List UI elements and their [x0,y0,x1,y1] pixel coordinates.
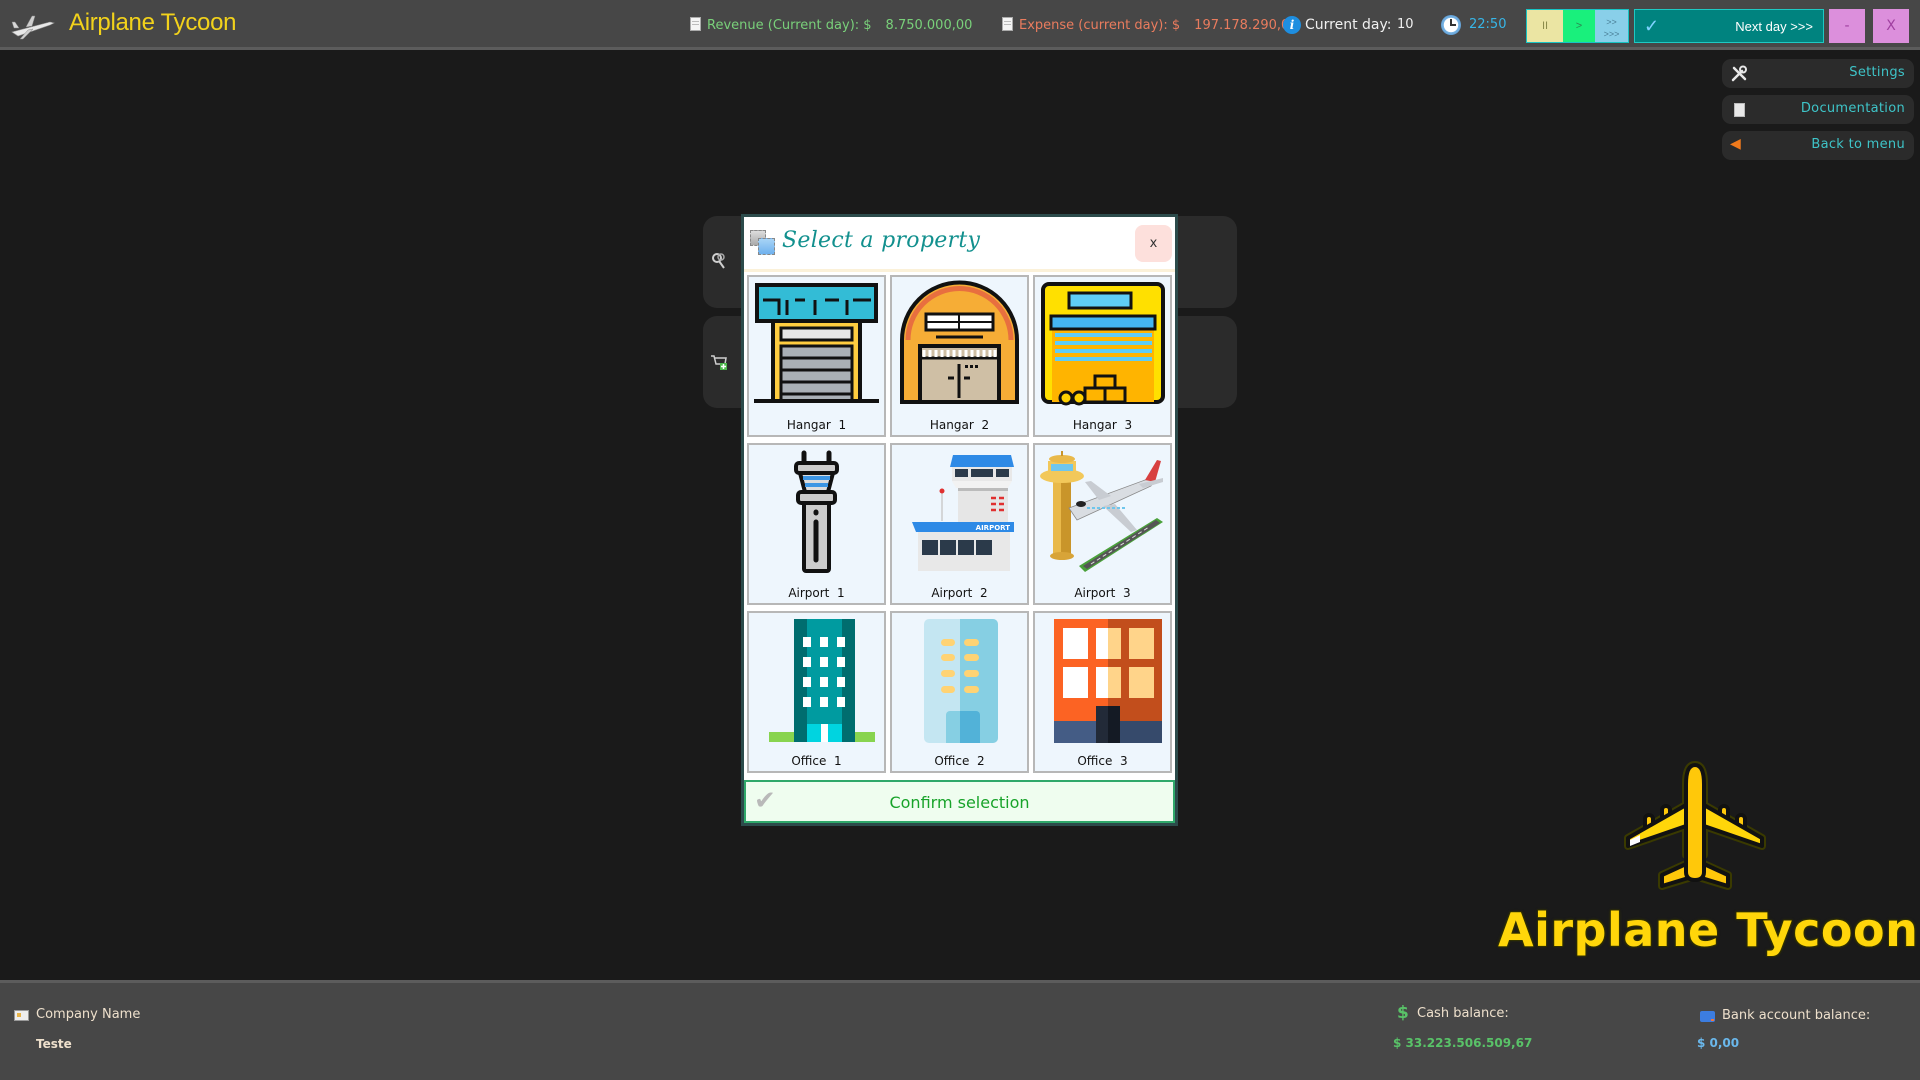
next-day-button[interactable]: ✓ Next day >>> [1634,9,1824,43]
dialog-title: Select a property [782,228,981,253]
revenue-document-icon [690,17,701,31]
control-tower-icon [794,450,839,573]
confirm-selection-label: Confirm selection [889,793,1030,812]
bank-balance-value: $ 0,00 [1697,1036,1740,1050]
revenue-value: 8.750.000,00 [885,18,973,33]
svg-text:AIRPORT: AIRPORT [976,524,1011,532]
settings-button[interactable]: Settings [1722,59,1914,88]
cash-balance-label: Cash balance: [1417,1006,1509,1021]
clock-icon [1441,15,1461,35]
airport-plane-runway-icon [1040,451,1163,572]
property-label: Airport 2 [931,586,988,600]
tools-icon [1731,65,1747,82]
company-name-value: Teste [36,1037,72,1051]
play-button[interactable]: > [1563,10,1595,42]
back-arrow-icon: ◀ [1730,136,1741,152]
current-day-value: 10 [1397,17,1414,32]
cash-balance-value: $ 33.223.506.509,67 [1393,1036,1533,1050]
fast-label-1: >> [1606,17,1617,27]
property-label: Office 1 [791,754,842,768]
app-title: Airplane Tycoon [69,9,237,36]
keys-icon [712,253,725,269]
expense-stat: Expense (current day): $197.178.290,00 [1002,17,1298,33]
property-option-airport-2[interactable]: AIRPORT Airport 2 [890,443,1029,605]
property-label: Office 2 [934,754,985,768]
close-window-button[interactable]: X [1873,9,1909,43]
property-option-hangar-1[interactable]: Hangar 1 [747,275,886,437]
info-icon[interactable]: i [1283,16,1301,34]
office-building-blue-icon [924,619,998,743]
back-to-menu-label: Back to menu [1811,137,1905,152]
footer-bar: Company Name Teste $ Cash balance: $ 33.… [0,980,1920,1080]
property-option-hangar-2[interactable]: Hangar 2 [890,275,1029,437]
settings-label: Settings [1849,65,1905,80]
property-option-office-3[interactable]: Office 3 [1033,611,1172,773]
expense-label: Expense (current day): $ [1019,18,1181,33]
airplane-logo-icon [11,15,55,40]
property-label: Airport 1 [788,586,845,600]
select-property-dialog: Select a property x Hangar 1 Hangar 2 Ha… [741,214,1178,826]
hangar-3-icon [1041,282,1165,406]
brand-airplane-icon [1624,761,1766,890]
expense-document-icon [1002,17,1013,31]
property-option-airport-1[interactable]: Airport 1 [747,443,886,605]
property-label: Hangar 2 [929,418,990,432]
revenue-label: Revenue (Current day): $ [707,18,872,33]
id-card-icon [14,1010,29,1021]
documentation-button[interactable]: Documentation [1722,95,1914,124]
top-bar: Airplane Tycoon Revenue (Current day): $… [0,0,1920,50]
property-label: Airport 3 [1074,586,1131,600]
property-label: Hangar 1 [786,418,847,432]
office-building-orange-icon [1054,619,1162,743]
back-to-menu-button[interactable]: ◀ Back to menu [1722,131,1914,160]
property-label: Office 3 [1077,754,1128,768]
property-option-office-2[interactable]: Office 2 [890,611,1029,773]
current-day-label: Current day: [1305,17,1392,33]
property-option-hangar-3[interactable]: Hangar 3 [1033,275,1172,437]
property-option-airport-3[interactable]: Airport 3 [1033,443,1172,605]
office-building-teal-icon [769,619,875,742]
bank-card-icon [1700,1011,1715,1022]
hangar-1-icon [754,283,879,403]
fast-label-2: >>> [1603,29,1620,39]
dialog-header: Select a property x [744,217,1175,272]
cart-add-icon [711,355,727,370]
dialog-close-button[interactable]: x [1135,225,1172,262]
bank-balance-label: Bank account balance: [1722,1008,1871,1023]
document-icon [1734,103,1745,117]
next-day-label: Next day >>> [1735,19,1813,34]
pause-button[interactable]: II [1527,10,1563,42]
brand-title: Airplane Tycoon [1498,903,1919,957]
windows-icon [750,230,776,256]
game-time: 22:50 [1469,17,1507,32]
documentation-label: Documentation [1800,101,1905,116]
minimize-button[interactable]: - [1829,9,1865,43]
revenue-stat: Revenue (Current day): $ 8.750.000,00 [690,17,972,33]
hangar-2-icon [900,280,1019,404]
airport-terminal-icon: AIRPORT [912,455,1014,571]
company-name-label: Company Name [36,1007,141,1022]
confirm-selection-button[interactable]: ✔ Confirm selection [744,780,1175,823]
check-icon: ✓ [1644,16,1660,36]
property-label: Hangar 3 [1072,418,1133,432]
fast-forward-button[interactable]: >> >>> [1595,10,1628,42]
property-option-office-1[interactable]: Office 1 [747,611,886,773]
dollar-icon: $ [1397,1003,1409,1023]
